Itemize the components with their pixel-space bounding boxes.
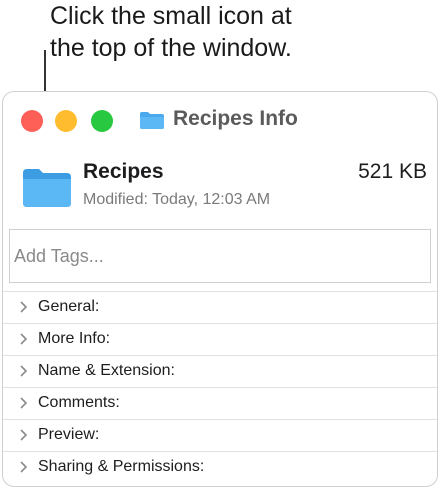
file-modified-date: Modified: Today, 12:03 AM	[83, 191, 271, 208]
section-label: General:	[38, 298, 100, 315]
folder-icon[interactable]	[139, 110, 165, 130]
minimize-button[interactable]	[55, 110, 77, 132]
section-more-info[interactable]: More Info:	[3, 324, 437, 356]
window-title: Recipes Info	[173, 107, 298, 130]
chevron-right-icon[interactable]	[19, 428, 29, 442]
title-bar[interactable]: Recipes Info	[3, 92, 437, 148]
section-comments[interactable]: Comments:	[3, 388, 437, 420]
file-size: 521 KB	[358, 160, 427, 183]
section-label: Comments:	[38, 394, 120, 411]
tags-input[interactable]	[9, 229, 431, 283]
chevron-right-icon[interactable]	[19, 460, 29, 474]
file-name: Recipes	[83, 160, 164, 183]
chevron-right-icon[interactable]	[19, 364, 29, 378]
section-label: Preview:	[38, 426, 100, 443]
info-sections: General: More Info: Name & Extension: Co…	[3, 291, 437, 484]
chevron-right-icon[interactable]	[19, 332, 29, 346]
close-button[interactable]	[21, 110, 43, 132]
callout-line-2: the top of the window.	[50, 34, 292, 62]
section-sharing-permissions[interactable]: Sharing & Permissions:	[3, 452, 437, 484]
section-preview[interactable]: Preview:	[3, 420, 437, 452]
section-label: Sharing & Permissions:	[38, 458, 205, 475]
info-window: Recipes Info Recipes 521 KB Modified: To…	[2, 91, 438, 487]
callout-line-1: Click the small icon at	[50, 2, 292, 30]
section-label: More Info:	[38, 330, 111, 347]
section-general[interactable]: General:	[3, 292, 437, 324]
callout-text: Click the small icon at the top of the w…	[50, 0, 440, 64]
section-label: Name & Extension:	[38, 362, 175, 379]
chevron-right-icon[interactable]	[19, 300, 29, 314]
file-header: Recipes 521 KB Modified: Today, 12:03 AM	[3, 148, 437, 224]
section-name-extension[interactable]: Name & Extension:	[3, 356, 437, 388]
chevron-right-icon[interactable]	[19, 396, 29, 410]
folder-icon	[23, 169, 71, 207]
zoom-button[interactable]	[91, 110, 113, 132]
